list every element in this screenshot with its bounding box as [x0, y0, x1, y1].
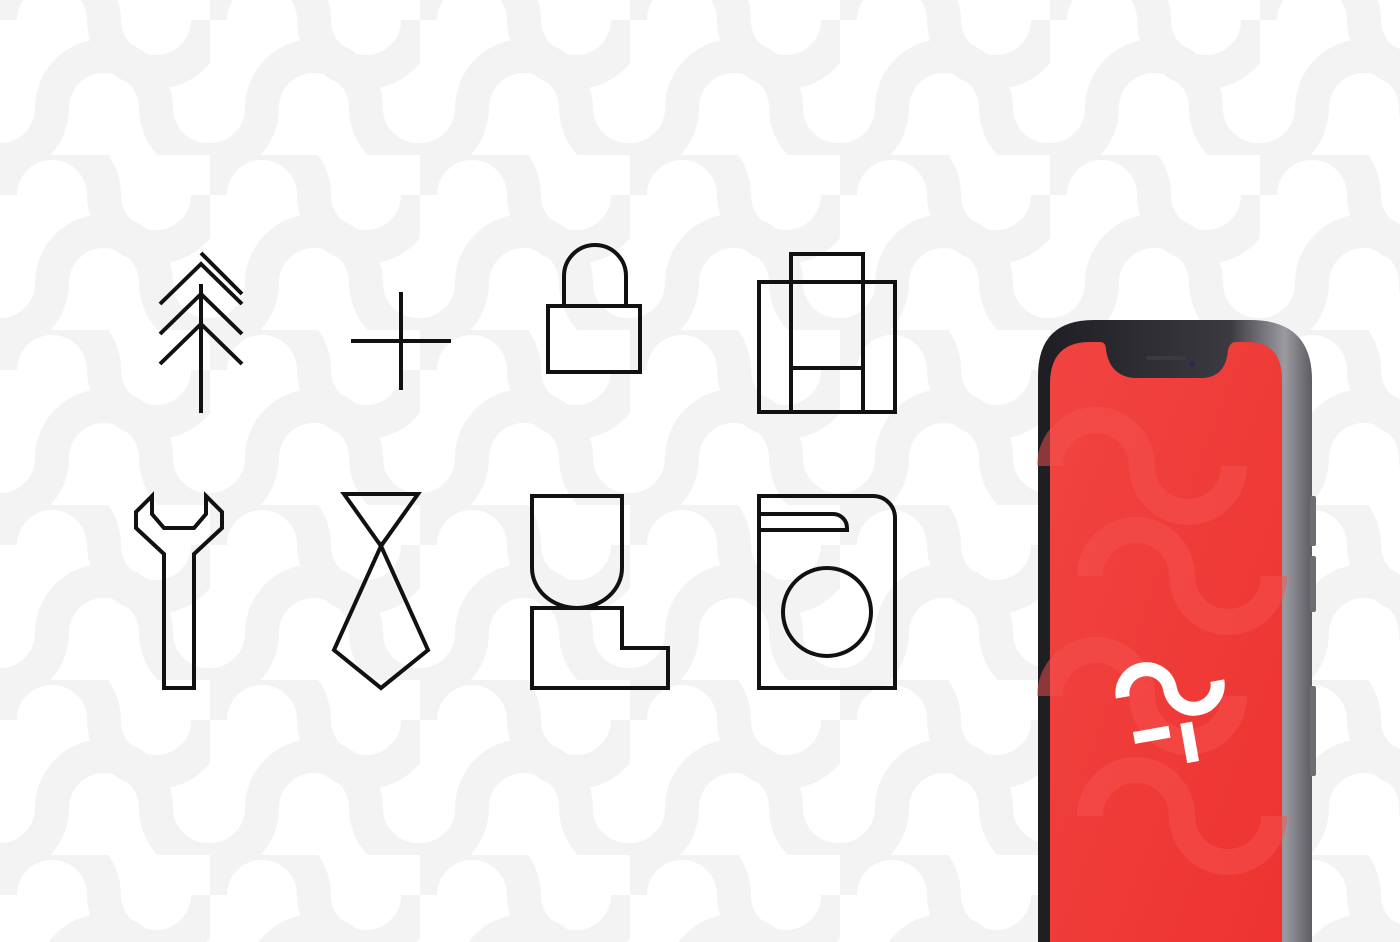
tie-icon	[330, 490, 434, 694]
showcase-canvas	[0, 0, 1400, 942]
volume-button-icon	[1310, 556, 1316, 612]
wrench-icon	[130, 490, 230, 694]
speaker-icon	[1146, 356, 1186, 360]
padlock-icon	[543, 240, 647, 378]
tree-icon	[150, 248, 260, 418]
building-icon	[755, 250, 901, 418]
power-button-icon	[1310, 686, 1316, 776]
smartphone-mockup	[1037, 320, 1316, 942]
washing-machine-icon	[755, 490, 901, 694]
camera-icon	[1189, 361, 1195, 367]
plus-icon	[348, 290, 458, 394]
side-button-icon	[1310, 496, 1316, 546]
boot-icon	[528, 490, 674, 694]
